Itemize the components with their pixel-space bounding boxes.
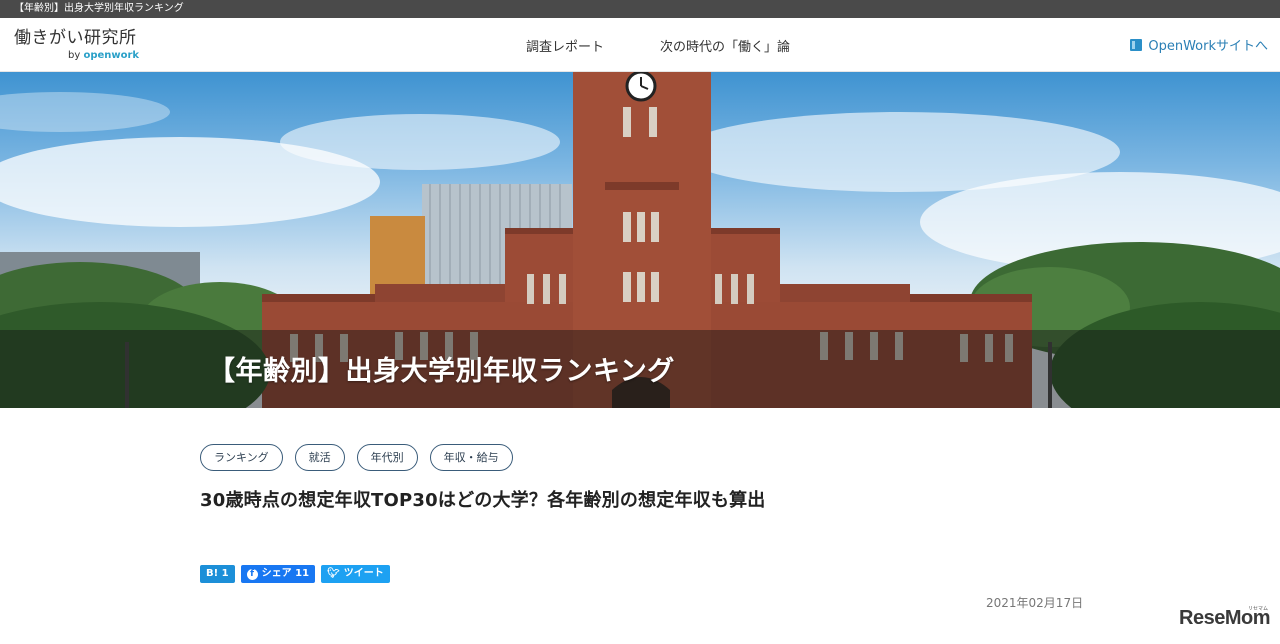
site-logo[interactable]: 働きがい研究所 by openwork	[14, 28, 139, 61]
facebook-icon: f	[246, 568, 258, 580]
nav-item-future-work[interactable]: 次の時代の「働く」論	[660, 36, 790, 55]
share-buttons: B! 1 f シェア 11 🐦︎ ツイート	[200, 565, 390, 583]
twitter-share-label: ツイート	[343, 568, 384, 579]
resemom-watermark-sub: リセマム	[1247, 606, 1268, 612]
logo-brand: openwork	[83, 50, 140, 61]
site-header: 働きがい研究所 by openwork 調査レポート 次の時代の「働く」論 Op…	[0, 18, 1280, 72]
book-icon	[1130, 38, 1143, 51]
logo-byline: by openwork	[68, 50, 139, 61]
tag-by-age[interactable]: 年代別	[356, 444, 418, 471]
logo-text: 働きがい研究所	[14, 28, 137, 48]
hero-title: 【年齢別】出身大学別年収ランキング	[208, 356, 675, 387]
tag-job-hunting[interactable]: 就活	[294, 444, 345, 471]
twitter-share-button[interactable]: 🐦︎ ツイート	[321, 565, 390, 583]
hatena-bookmark-label: B! 1	[206, 568, 229, 579]
tag-ranking[interactable]: ランキング	[200, 444, 283, 471]
top-bar: 【年齢別】出身大学別年収ランキング	[0, 0, 1280, 18]
hero-banner: 【年齢別】出身大学別年収ランキング	[0, 72, 1280, 408]
hatena-bookmark-button[interactable]: B! 1	[200, 565, 235, 583]
tag-income-salary[interactable]: 年収・給与	[429, 444, 513, 471]
article-title: 30歳時点の想定年収TOP30はどの大学？各年齢別の想定年収も算出	[200, 490, 766, 511]
facebook-share-label: シェア 11	[261, 568, 310, 579]
facebook-share-button[interactable]: f シェア 11	[240, 565, 316, 583]
top-bar-title: 【年齢別】出身大学別年収ランキング	[14, 3, 184, 14]
tag-list: ランキング 就活 年代別 年収・給与	[200, 444, 513, 471]
twitter-bird-icon: 🐦︎	[327, 568, 340, 579]
publish-date: 2021年02月17日	[986, 596, 1084, 610]
openwork-site-link-label: OpenWorkサイトへ	[1148, 39, 1268, 54]
nav-item-research-report[interactable]: 調査レポート	[526, 36, 604, 55]
openwork-site-link[interactable]: OpenWorkサイトへ	[1130, 35, 1268, 54]
logo-by: by	[68, 50, 81, 61]
